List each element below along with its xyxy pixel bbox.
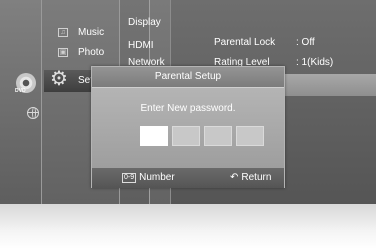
setting-parental-lock-value: : Off bbox=[296, 37, 315, 48]
parental-setup-dialog: Parental Setup Enter New password. 0-9 Nu… bbox=[91, 66, 285, 188]
selected-row-highlight bbox=[270, 74, 376, 96]
setting-rating-level-value: : 1(Kids) bbox=[296, 57, 334, 68]
dialog-footer: 0-9 Number ↶ Return bbox=[92, 168, 284, 188]
password-digit-2[interactable] bbox=[172, 126, 200, 146]
return-icon: ↶ bbox=[230, 172, 239, 183]
number-key-icon: 0-9 bbox=[122, 173, 137, 183]
password-digit-4[interactable] bbox=[236, 126, 264, 146]
dialog-title: Parental Setup bbox=[92, 67, 284, 87]
number-hint: 0-9 Number bbox=[122, 172, 175, 183]
password-digit-1[interactable] bbox=[140, 126, 168, 146]
number-hint-label: Number bbox=[139, 172, 175, 183]
osd-screen: DVD ♫ Music ▣ Photo Setup ⚙ Display HDMI… bbox=[0, 0, 376, 249]
photo-icon: ▣ bbox=[58, 48, 68, 57]
menu-item-music[interactable]: Music bbox=[78, 27, 104, 38]
music-icon: ♫ bbox=[58, 28, 68, 37]
setting-parental-lock-label[interactable]: Parental Lock bbox=[214, 37, 275, 48]
globe-icon[interactable] bbox=[27, 107, 39, 119]
bottom-reflection bbox=[0, 204, 376, 249]
dialog-prompt: Enter New password. bbox=[140, 103, 236, 114]
menu-item-photo[interactable]: Photo bbox=[78, 47, 104, 58]
password-digit-3[interactable] bbox=[204, 126, 232, 146]
return-label: Return bbox=[241, 172, 272, 183]
dvd-label: DVD bbox=[15, 88, 26, 94]
submenu-item-hdmi[interactable]: HDMI bbox=[128, 40, 154, 51]
return-button[interactable]: ↶ Return bbox=[230, 172, 271, 183]
gear-icon: ⚙ bbox=[50, 68, 68, 90]
icon-column bbox=[0, 0, 42, 204]
submenu-item-display[interactable]: Display bbox=[128, 17, 161, 28]
dialog-body: Enter New password. bbox=[92, 87, 284, 168]
